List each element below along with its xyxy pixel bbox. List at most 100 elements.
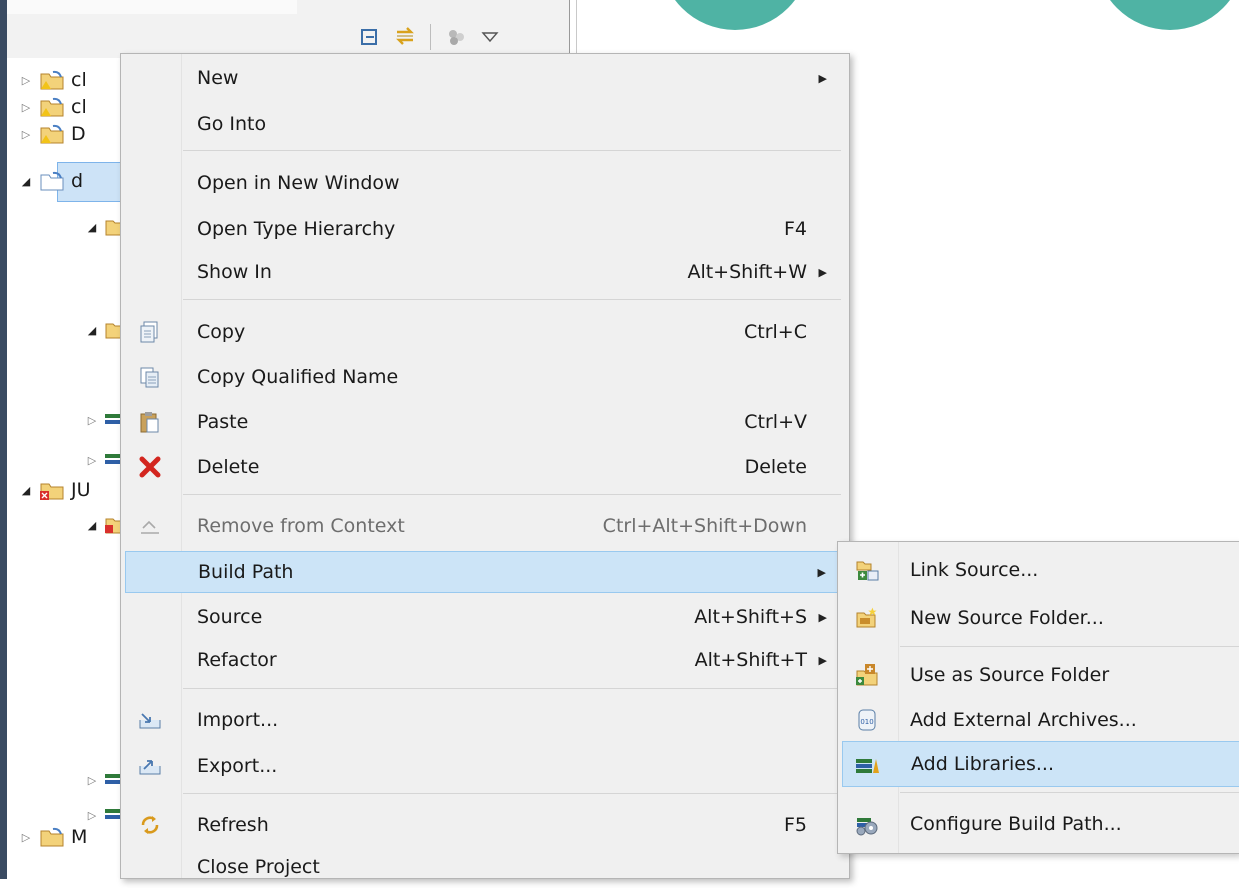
expand-arrow-icon[interactable]: ▷ [19, 830, 33, 844]
menu-item-label: Add External Archives... [910, 709, 1137, 731]
expand-arrow-icon[interactable]: ▷ [85, 773, 99, 787]
menu-item-build-path[interactable]: Build Path ▶ [125, 551, 841, 593]
menu-item-shortcut: F5 [783, 814, 807, 836]
view-toolbar-icons [358, 22, 503, 52]
menu-separator [183, 150, 841, 151]
tree-item-project[interactable]: ▷ D [19, 112, 86, 156]
menu-item-label: Go Into [197, 113, 267, 135]
library-icon [105, 774, 121, 784]
menu-separator [900, 646, 1239, 647]
menu-item-show-in[interactable]: Show In Alt+Shift+W ▶ [125, 251, 841, 293]
collapse-arrow-icon[interactable]: ◢ [19, 174, 33, 188]
menu-item-label: New Source Folder... [910, 607, 1104, 629]
jar-archive-icon: 010 [852, 705, 882, 735]
background-decoration [1095, 0, 1239, 30]
menu-item-label: Paste [197, 411, 249, 433]
menu-item-export[interactable]: Export... [125, 745, 841, 787]
tree-item-label: D [71, 123, 86, 145]
library-icon [105, 809, 121, 819]
menu-item-source[interactable]: Source Alt+Shift+S ▶ [125, 596, 841, 638]
view-menu-icon[interactable] [477, 24, 503, 50]
menu-item-import[interactable]: Import... [125, 699, 841, 741]
menu-item-open-type-hierarchy[interactable]: Open Type Hierarchy F4 [125, 208, 841, 250]
menu-item-label: New [197, 67, 239, 89]
submenu-item-add-external-archives[interactable]: 010 Add External Archives... [842, 697, 1239, 743]
menu-item-shortcut: F4 [783, 218, 807, 240]
menu-item-label: Close Project [197, 856, 320, 878]
project-warning-icon [40, 124, 64, 144]
menu-item-label: Source [197, 606, 263, 628]
filters-icon[interactable] [443, 24, 469, 50]
menu-item-shortcut: Ctrl+C [744, 321, 807, 343]
menu-item-label: Open Type Hierarchy [197, 218, 396, 240]
menu-item-close-project[interactable]: Close Project [125, 846, 841, 888]
collapse-arrow-icon[interactable]: ◢ [85, 518, 99, 532]
menu-separator [183, 793, 841, 794]
new-source-folder-icon [852, 603, 882, 633]
svg-text:010: 010 [860, 718, 873, 726]
menu-item-label: Copy Qualified Name [197, 366, 399, 388]
project-error-icon [40, 483, 64, 500]
refresh-icon [135, 810, 165, 840]
menu-item-open-in-new-window[interactable]: Open in New Window [125, 162, 841, 204]
context-menu: New ▶ Go Into Open in New Window Open Ty… [120, 53, 850, 879]
collapse-arrow-icon[interactable]: ◢ [85, 323, 99, 337]
menu-item-label: Configure Build Path... [910, 813, 1122, 835]
tree-item-label: M [71, 826, 88, 848]
menu-item-paste[interactable]: Paste Ctrl+V [125, 401, 841, 443]
submenu-arrow-icon: ▶ [818, 71, 827, 85]
menu-item-label: Build Path [198, 561, 294, 583]
tree-item-project[interactable]: ◢ JU [19, 468, 91, 512]
tree-item-project[interactable]: ▷ M [19, 815, 88, 859]
submenu-arrow-icon: ▶ [818, 653, 827, 667]
tree-item-library[interactable]: ▷ [85, 398, 121, 442]
collapse-arrow-icon[interactable]: ◢ [19, 483, 33, 497]
project-icon [40, 171, 64, 191]
submenu-arrow-icon: ▶ [818, 610, 827, 624]
menu-separator [183, 688, 841, 689]
submenu-item-configure-build-path[interactable]: Configure Build Path... [842, 801, 1239, 847]
submenu-item-link-source[interactable]: Link Source... [842, 547, 1239, 593]
menu-item-shortcut: Ctrl+V [744, 411, 807, 433]
submenu-item-use-as-source-folder[interactable]: Use as Source Folder [842, 652, 1239, 698]
library-icon [105, 414, 121, 424]
menu-item-label: Use as Source Folder [910, 664, 1110, 686]
view-tab-area [7, 0, 297, 14]
use-as-source-folder-icon [852, 660, 882, 690]
library-icon [853, 749, 883, 779]
menu-item-shortcut: Alt+Shift+S [694, 606, 807, 628]
submenu-item-add-libraries[interactable]: Add Libraries... [842, 741, 1239, 787]
menu-item-label: Copy [197, 321, 246, 343]
remove-from-context-icon [135, 511, 165, 541]
expand-arrow-icon[interactable]: ▷ [85, 453, 99, 467]
submenu-arrow-icon: ▶ [818, 265, 827, 279]
menu-item-go-into[interactable]: Go Into [125, 103, 841, 145]
export-icon [135, 751, 165, 781]
menu-item-delete[interactable]: Delete Delete [125, 446, 841, 488]
tree-item-project-selected[interactable]: ◢ d [19, 159, 83, 203]
menu-item-new[interactable]: New ▶ [125, 57, 841, 99]
collapse-all-icon[interactable] [358, 24, 384, 50]
library-icon [105, 454, 121, 464]
expand-arrow-icon[interactable]: ▷ [19, 127, 33, 141]
tree-item-label: JU [71, 479, 91, 501]
link-source-icon [852, 555, 882, 585]
menu-separator [183, 494, 841, 495]
menu-item-label: Refresh [197, 814, 269, 836]
menu-item-label: Add Libraries... [911, 753, 1055, 775]
menu-item-copy-qualified-name[interactable]: Copy Qualified Name [125, 356, 841, 398]
collapse-arrow-icon[interactable]: ◢ [85, 220, 99, 234]
tree-item-library[interactable]: ▷ [85, 793, 121, 837]
build-path-submenu: Link Source... New Source Folder... Use … [837, 541, 1239, 854]
menu-item-refresh[interactable]: Refresh F5 [125, 804, 841, 846]
menu-item-copy[interactable]: Copy Ctrl+C [125, 311, 841, 353]
menu-item-remove-from-context[interactable]: Remove from Context Ctrl+Alt+Shift+Down [125, 505, 841, 547]
configure-build-path-icon [852, 809, 882, 839]
menu-separator [900, 792, 1239, 793]
submenu-item-new-source-folder[interactable]: New Source Folder... [842, 595, 1239, 641]
menu-item-refactor[interactable]: Refactor Alt+Shift+T ▶ [125, 639, 841, 681]
background-decoration [660, 0, 810, 30]
submenu-arrow-icon: ▶ [817, 565, 826, 579]
link-with-editor-icon[interactable] [392, 24, 418, 50]
expand-arrow-icon[interactable]: ▷ [85, 413, 99, 427]
